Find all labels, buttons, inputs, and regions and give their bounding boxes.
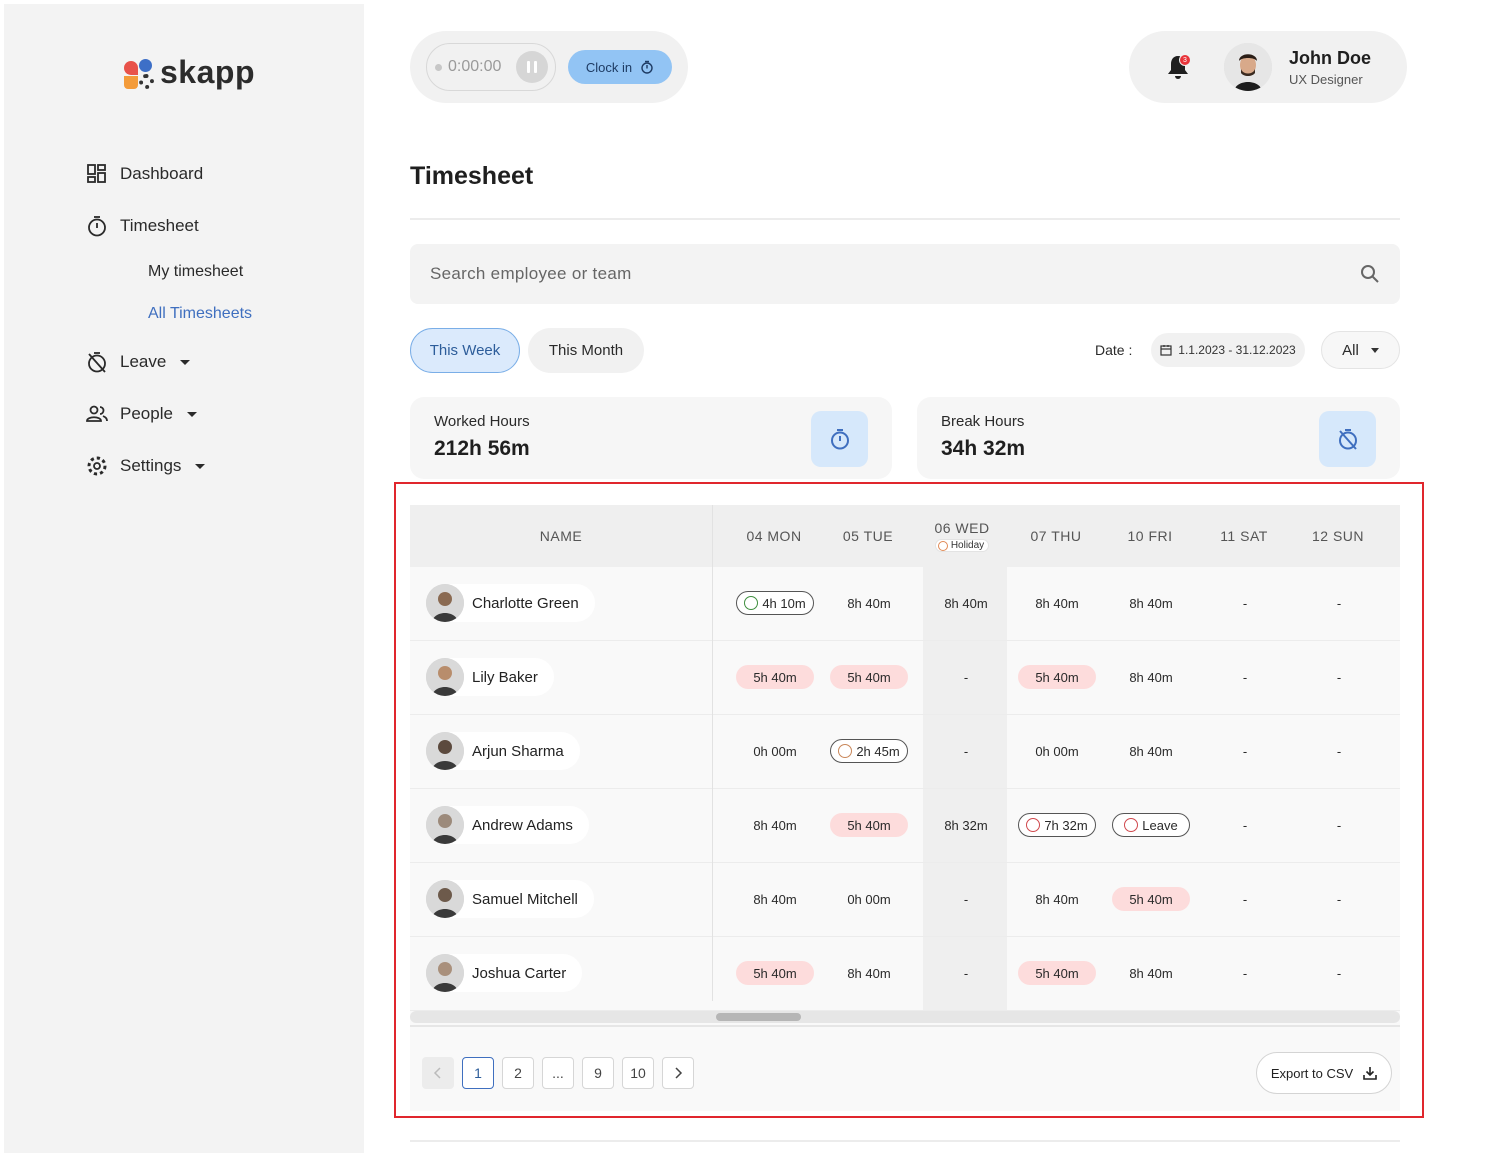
logo-mark-icon	[124, 57, 156, 89]
clock-in-label: Clock in	[585, 59, 633, 75]
timer-value: 0:00:00	[448, 58, 502, 75]
search-icon[interactable]	[1360, 264, 1380, 284]
divider	[410, 1140, 1400, 1142]
page-title: Timesheet	[410, 162, 534, 190]
sidebar-item-timesheet[interactable]: Timesheet	[86, 208, 346, 244]
gear-icon	[86, 455, 108, 477]
calendar-icon	[1160, 345, 1172, 356]
sidebar-item-settings[interactable]: Settings	[86, 448, 346, 484]
stopwatch-icon	[641, 60, 653, 74]
sidebar-item-label: Leave	[120, 352, 167, 371]
break-hours-label: Break Hours	[941, 413, 1025, 430]
worked-hours-label: Worked Hours	[434, 413, 530, 430]
sidebar-item-label: Dashboard	[120, 164, 204, 183]
sidebar-item-people[interactable]: People	[86, 396, 346, 432]
break-hours-card: Break Hours 34h 32m	[917, 397, 1400, 479]
timer-off-icon	[1319, 411, 1376, 467]
clock-in-button[interactable]: Clock in	[568, 50, 672, 84]
sidebar-item-leave[interactable]: Leave	[86, 344, 346, 380]
worked-hours-card: Worked Hours 212h 56m	[410, 397, 892, 479]
user-role: UX Designer	[1289, 72, 1363, 87]
search-bar	[410, 244, 1400, 304]
sidebar: skapp Dashboard Timesheet My timesheet A…	[4, 4, 364, 1153]
filter-this-week[interactable]: This Week	[410, 328, 520, 373]
selection-highlight	[394, 482, 1424, 1118]
scope-select[interactable]: All	[1321, 331, 1400, 369]
search-input[interactable]	[430, 264, 1360, 284]
sidebar-item-label: Timesheet	[120, 216, 199, 235]
worked-hours-value: 212h 56m	[434, 437, 530, 460]
clock-widget: 0:00:00 Clock in	[410, 31, 688, 103]
divider	[410, 218, 1400, 220]
chevron-down-icon	[1370, 347, 1379, 353]
date-label: Date :	[1095, 342, 1133, 358]
pause-button[interactable]	[516, 51, 548, 83]
chevron-down-icon[interactable]	[180, 359, 191, 365]
user-name: John Doe	[1289, 48, 1372, 68]
sidebar-nav: Dashboard Timesheet My timesheet All Tim…	[86, 156, 346, 500]
notification-badge: 3	[1179, 54, 1191, 66]
sidebar-subitem-my-timesheet[interactable]: My timesheet	[86, 254, 346, 290]
leave-icon	[86, 351, 108, 373]
break-hours-value: 34h 32m	[941, 437, 1026, 460]
sidebar-subitem-all-timesheets[interactable]: All Timesheets	[86, 296, 346, 332]
dashboard-icon	[86, 163, 108, 185]
timer-display: 0:00:00	[426, 43, 556, 91]
sidebar-item-label: People	[120, 404, 173, 423]
sidebar-item-dashboard[interactable]: Dashboard	[86, 156, 346, 192]
sidebar-item-label: Settings	[120, 456, 182, 475]
chevron-down-icon[interactable]	[195, 463, 206, 469]
logo[interactable]: skapp	[124, 54, 255, 91]
timer-status-dot	[435, 63, 442, 71]
date-range-picker[interactable]: 1.1.2023 - 31.12.2023	[1151, 333, 1305, 367]
stopwatch-icon	[86, 215, 108, 237]
stopwatch-icon	[811, 411, 868, 467]
scope-value: All	[1342, 341, 1359, 359]
user-widget: 3 John Doe UX Designer	[1129, 31, 1407, 103]
logo-text: skapp	[160, 54, 255, 90]
people-icon	[86, 403, 108, 425]
filter-this-month[interactable]: This Month	[528, 328, 644, 373]
date-range-value: 1.1.2023 - 31.12.2023	[1178, 343, 1296, 357]
chevron-down-icon[interactable]	[186, 411, 197, 417]
avatar[interactable]	[1224, 43, 1272, 91]
